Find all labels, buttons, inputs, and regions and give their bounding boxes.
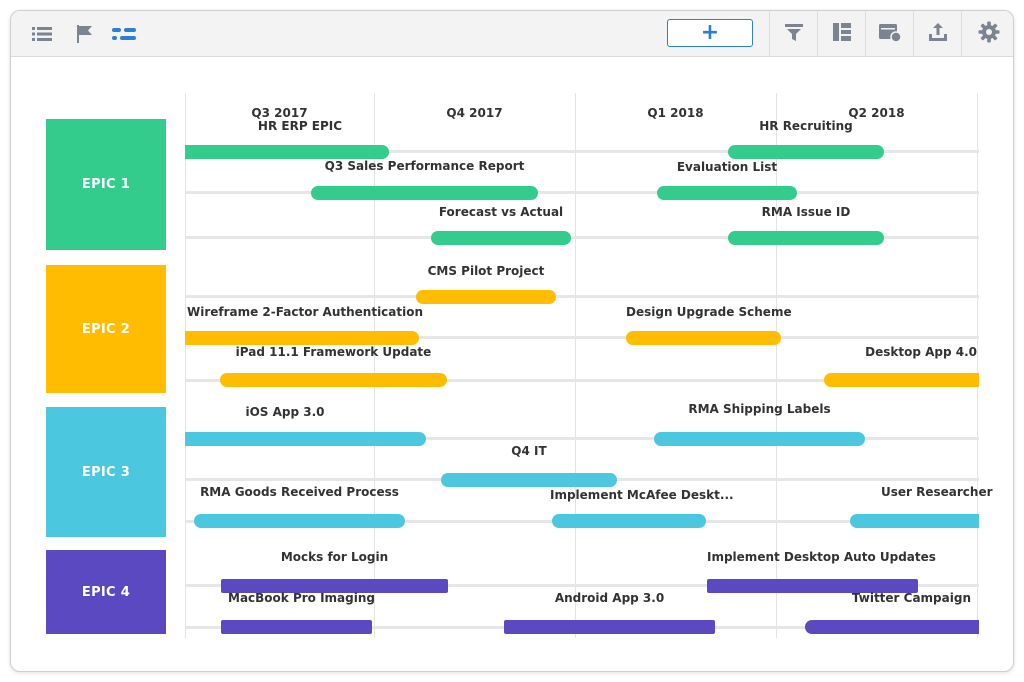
toolbar: + xyxy=(11,11,1013,57)
item-label: RMA Issue ID xyxy=(761,205,851,219)
roadmap-bar[interactable] xyxy=(850,514,979,528)
epic-4-box[interactable]: EPIC 4 xyxy=(46,550,166,634)
item-label: Forecast vs Actual xyxy=(438,205,564,219)
item-label: Q4 IT xyxy=(511,444,547,458)
add-button-label: + xyxy=(700,20,720,45)
quarter-divider xyxy=(575,93,576,638)
filter-icon xyxy=(783,21,805,47)
roadmap-bar[interactable] xyxy=(626,331,781,345)
item-label: Implement Desktop Auto Updates xyxy=(707,550,936,564)
epic-3-box[interactable]: EPIC 3 xyxy=(46,407,166,537)
item-label: HR ERP EPIC xyxy=(257,119,343,133)
settings-button[interactable] xyxy=(961,11,1013,57)
quarter-header-q4-2017: Q4 2017 xyxy=(446,106,503,120)
gear-icon xyxy=(977,20,1001,48)
epic-label: EPIC 1 xyxy=(81,177,131,192)
item-label: Desktop App 4.0 xyxy=(865,345,977,359)
roadmap-bar[interactable] xyxy=(441,473,617,487)
roadmap-window: + Q3 2017 Q4 2017 Q1 2018 Q2 2018 EPIC 1… xyxy=(10,10,1014,672)
roadmap-bar[interactable] xyxy=(657,186,797,200)
item-label: CMS Pilot Project xyxy=(427,264,545,278)
roadmap-bar[interactable] xyxy=(654,432,865,446)
item-label: Evaluation List xyxy=(676,160,778,174)
item-label: User Researcher xyxy=(881,485,993,499)
layout-button[interactable] xyxy=(817,11,865,57)
roadmap-bar[interactable] xyxy=(728,231,884,245)
roadmap-bar[interactable] xyxy=(194,514,405,528)
roadmap-timeline: Q3 2017 Q4 2017 Q1 2018 Q2 2018 EPIC 1 H… xyxy=(11,57,1013,671)
item-label: Android App 3.0 xyxy=(554,591,665,605)
item-label: MacBook Pro Imaging xyxy=(228,591,375,605)
flag-icon[interactable] xyxy=(73,22,97,46)
row-track xyxy=(185,295,979,298)
roadmap-bar[interactable] xyxy=(728,145,884,159)
roadmap-bar[interactable] xyxy=(416,290,556,304)
filter-button[interactable] xyxy=(769,11,817,57)
item-label: Design Upgrade Scheme xyxy=(626,305,792,319)
roadmap-bar[interactable] xyxy=(185,432,426,446)
layout-icon xyxy=(831,21,853,47)
roadmap-bar[interactable] xyxy=(824,373,979,387)
roadmap-bar[interactable] xyxy=(504,620,715,634)
epic-1-box[interactable]: EPIC 1 xyxy=(46,119,166,250)
roadmap-bar[interactable] xyxy=(185,331,419,345)
item-label: Twitter Campaign xyxy=(851,591,971,605)
roadmap-bar[interactable] xyxy=(221,620,372,634)
epic-label: EPIC 4 xyxy=(81,584,131,600)
item-label: HR Recruiting xyxy=(759,119,853,133)
quarter-divider xyxy=(185,93,186,638)
item-label: Implement McAfee Deskt... xyxy=(550,488,734,502)
card-settings-button[interactable] xyxy=(865,11,913,57)
list-icon[interactable] xyxy=(30,22,54,46)
item-label: iOS App 3.0 xyxy=(245,405,325,419)
export-button[interactable] xyxy=(913,11,961,57)
epic-label: EPIC 3 xyxy=(81,464,131,480)
item-label: RMA Goods Received Process xyxy=(200,485,399,499)
item-label: RMA Shipping Labels xyxy=(688,402,831,416)
item-label: Wireframe 2-Factor Authentication xyxy=(186,305,424,319)
card-settings-icon xyxy=(878,21,902,47)
roadmap-bar[interactable] xyxy=(805,620,979,634)
roadmap-bar[interactable] xyxy=(220,373,447,387)
row-track xyxy=(185,191,979,194)
roadmap-bar[interactable] xyxy=(185,145,389,159)
add-item-button[interactable]: + xyxy=(667,19,753,47)
roadmap-bar[interactable] xyxy=(311,186,538,200)
export-icon xyxy=(927,21,949,47)
epic-label: EPIC 2 xyxy=(81,321,131,337)
epic-2-box[interactable]: EPIC 2 xyxy=(46,265,166,393)
item-label: Mocks for Login xyxy=(280,550,389,564)
timeline-icon[interactable] xyxy=(111,22,136,46)
roadmap-bar[interactable] xyxy=(552,514,706,528)
item-label: iPad 11.1 Framework Update xyxy=(235,345,432,359)
item-label: Q3 Sales Performance Report xyxy=(324,159,525,173)
quarter-divider xyxy=(977,93,978,638)
roadmap-bar[interactable] xyxy=(431,231,571,245)
